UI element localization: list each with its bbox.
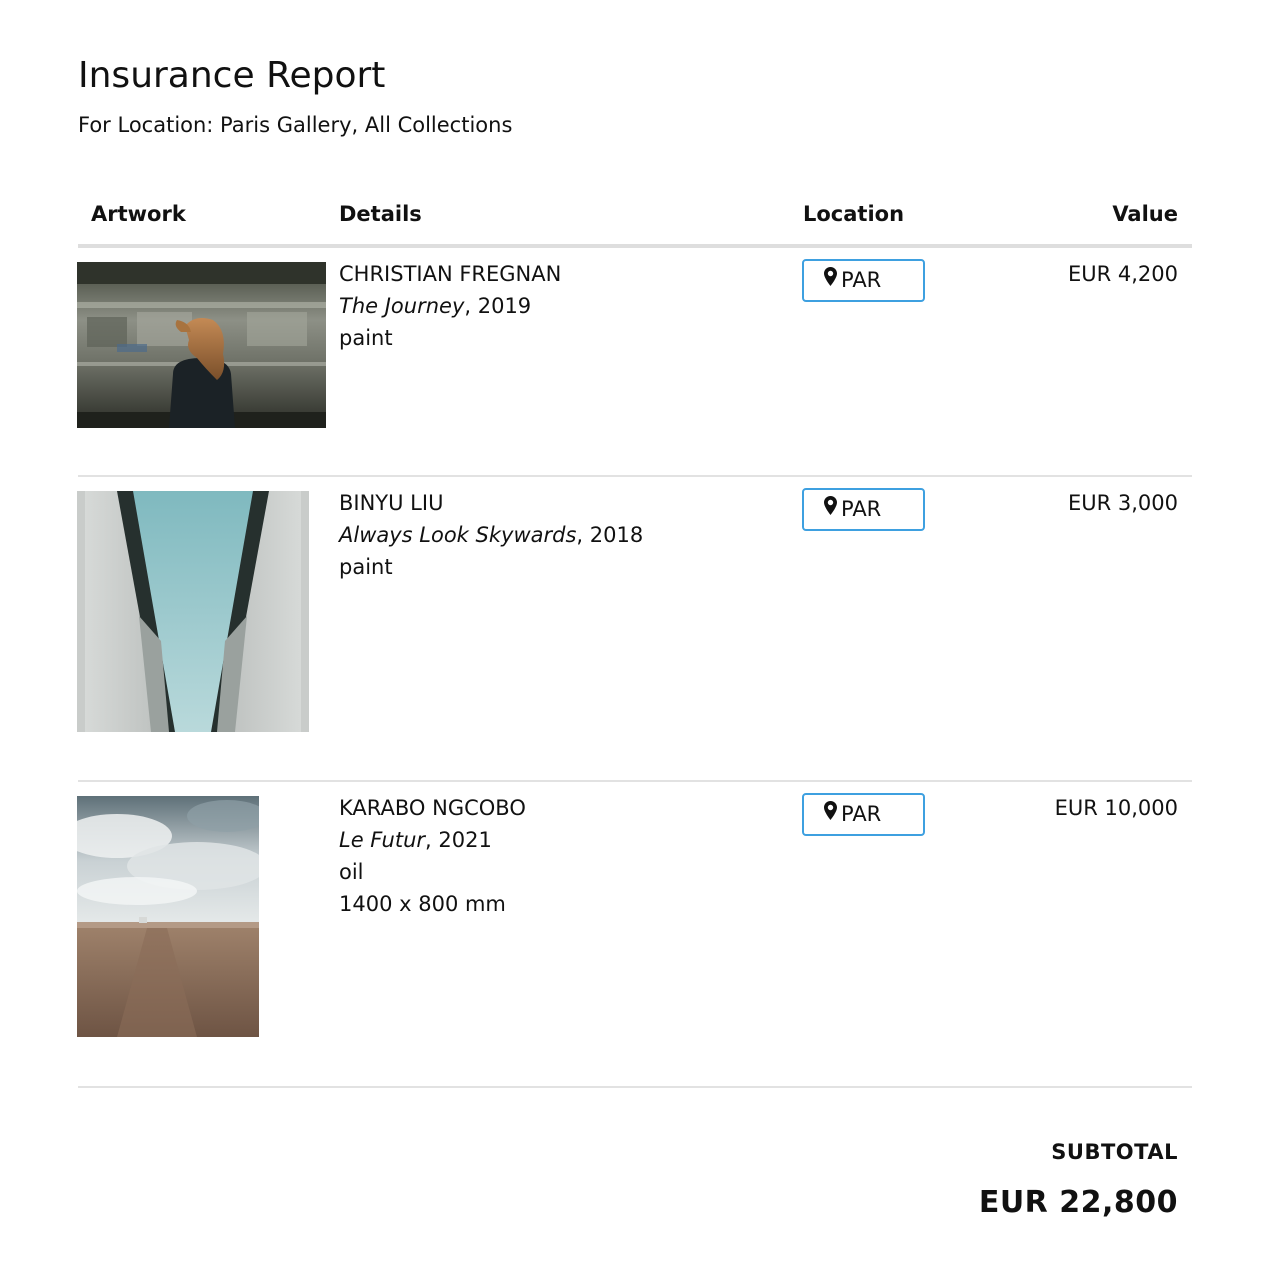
artwork-image-le-futur — [77, 796, 259, 1037]
title-year: Le Futur, 2021 — [339, 824, 526, 856]
artwork-thumbnail[interactable] — [77, 262, 326, 428]
artist-name: KARABO NGCOBO — [339, 796, 526, 820]
table-row: CHRISTIAN FREGNAN The Journey, 2019 pain… — [77, 248, 1192, 477]
location-button[interactable]: PAR — [802, 793, 925, 836]
location-code: PAR — [841, 802, 882, 826]
subtotal-value: EUR 22,800 — [978, 1185, 1178, 1220]
location-code: PAR — [841, 268, 882, 292]
subtotal-label: SUBTOTAL — [1051, 1140, 1178, 1164]
artwork-title[interactable]: Always Look Skywards — [339, 523, 576, 547]
page-title: Insurance Report — [78, 55, 386, 96]
artwork-value: EUR 10,000 — [1054, 796, 1178, 820]
artwork-details: BINYU LIU Always Look Skywards, 2018 pai… — [339, 487, 643, 583]
artist-name: CHRISTIAN FREGNAN — [339, 262, 562, 286]
map-marker-icon — [824, 794, 837, 833]
artwork-value: EUR 4,200 — [1067, 262, 1178, 286]
map-marker-icon — [824, 260, 837, 299]
map-marker-icon — [824, 489, 837, 528]
location-button[interactable]: PAR — [802, 259, 925, 302]
artwork-medium: paint — [339, 555, 393, 579]
artwork-image-always-look-skywards — [77, 491, 309, 732]
page-subtitle: For Location: Paris Gallery, All Collect… — [78, 113, 513, 137]
location-button[interactable]: PAR — [802, 488, 925, 531]
column-header-location: Location — [803, 202, 905, 226]
artwork-medium: oil — [339, 860, 364, 884]
artwork-year: , 2021 — [425, 828, 492, 852]
title-year: The Journey, 2019 — [339, 290, 561, 322]
location-code: PAR — [841, 497, 882, 521]
artwork-year: , 2019 — [464, 294, 532, 318]
artist-name: BINYU LIU — [339, 491, 444, 515]
column-header-details: Details — [339, 202, 422, 226]
artwork-thumbnail[interactable] — [77, 796, 259, 1037]
artwork-medium: paint — [339, 326, 393, 350]
column-header-value: Value — [1112, 202, 1178, 226]
artwork-image-the-journey — [77, 262, 326, 428]
title-year: Always Look Skywards, 2018 — [339, 519, 643, 551]
artwork-title[interactable]: The Journey — [339, 294, 464, 318]
artwork-dimensions: 1400 x 800 mm — [339, 892, 506, 916]
table-row: KARABO NGCOBO Le Futur, 2021 oil 1400 x … — [77, 782, 1192, 1088]
artwork-title[interactable]: Le Futur — [339, 828, 425, 852]
table-row: BINYU LIU Always Look Skywards, 2018 pai… — [77, 477, 1192, 782]
artwork-details: CHRISTIAN FREGNAN The Journey, 2019 pain… — [339, 258, 561, 354]
table-header: Artwork Details Location Value — [78, 198, 1192, 248]
column-header-artwork: Artwork — [91, 202, 186, 226]
artwork-value: EUR 3,000 — [1067, 491, 1178, 515]
artwork-details: KARABO NGCOBO Le Futur, 2021 oil 1400 x … — [339, 792, 526, 920]
artwork-thumbnail[interactable] — [77, 491, 309, 732]
artwork-year: , 2018 — [576, 523, 644, 547]
